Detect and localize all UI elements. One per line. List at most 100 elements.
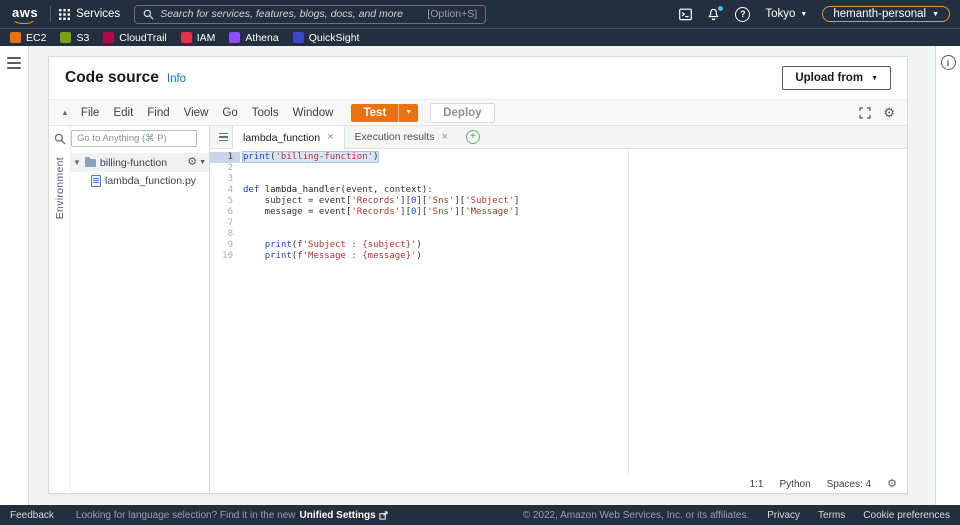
code-line[interactable]: 10 print(f'Message : {message}') xyxy=(210,251,907,262)
service-icon xyxy=(60,32,72,43)
region-selector[interactable]: Tokyo ▼ xyxy=(765,8,807,20)
line-number: 5 xyxy=(227,196,233,206)
favorite-athena[interactable]: Athena xyxy=(229,32,279,44)
code-line[interactable]: 7 xyxy=(210,218,907,229)
left-nav-strip xyxy=(0,46,29,505)
environment-tab[interactable]: Environment xyxy=(54,157,66,219)
fullscreen-icon[interactable] xyxy=(859,106,871,119)
favorite-cloudtrail[interactable]: CloudTrail xyxy=(103,32,167,44)
panel-header: Code source Info Upload from ▼ xyxy=(49,57,907,99)
code-line[interactable]: 9 print(f'Subject : {subject}') xyxy=(210,240,907,251)
status-settings-gear-icon[interactable]: ⚙ xyxy=(887,478,897,490)
copyright-text: © 2022, Amazon Web Services, Inc. or its… xyxy=(522,509,750,521)
menu-go[interactable]: Go xyxy=(222,107,237,119)
cursor-position: 1:1 xyxy=(749,478,764,490)
service-icon xyxy=(292,32,304,43)
test-dropdown-button[interactable]: ▼ xyxy=(398,103,419,122)
line-number: 1 xyxy=(210,152,240,163)
tab-execution-results[interactable]: Execution results × xyxy=(345,126,458,148)
editor-tabs-bar: lambda_function × Execution results × + xyxy=(210,126,907,149)
line-number: 6 xyxy=(227,207,233,217)
code-area[interactable]: 1 print('billing-function') 2 3 4 def lambda_… xyxy=(210,149,907,475)
tab-list-icon[interactable] xyxy=(214,126,232,148)
tab-lambda-function[interactable]: lambda_function × xyxy=(232,126,345,149)
menu-edit[interactable]: Edit xyxy=(113,107,133,119)
feedback-link[interactable]: Feedback xyxy=(10,510,54,521)
favorite-label: S3 xyxy=(76,31,90,44)
menu-tools[interactable]: Tools xyxy=(252,107,279,119)
code-line[interactable]: 1 print('billing-function') xyxy=(210,151,907,163)
goto-anything-input[interactable] xyxy=(71,130,197,147)
help-button[interactable]: ? xyxy=(735,6,751,22)
code-line[interactable]: 3 xyxy=(210,174,907,185)
code-line[interactable]: 5 subject = event['Records'][0]['Sns']['… xyxy=(210,196,907,207)
service-icon xyxy=(229,32,241,43)
top-navigation: aws Services Search for services, featur… xyxy=(0,0,960,28)
notifications-button[interactable] xyxy=(707,5,724,21)
favorite-s3[interactable]: S3 xyxy=(60,32,89,44)
close-tab-icon[interactable]: × xyxy=(327,132,333,143)
terms-link[interactable]: Terms xyxy=(818,510,845,521)
file-name: lambda_function.py xyxy=(105,175,197,187)
editor-settings-gear-icon[interactable]: ⚙ xyxy=(883,106,895,119)
folder-settings-button[interactable]: ⚙ ▼ xyxy=(187,157,206,168)
new-tab-icon[interactable]: + xyxy=(465,130,480,144)
file-explorer-pane: Environment ▼ billing-function ⚙ ▼ xyxy=(49,126,210,493)
services-menu[interactable]: Services xyxy=(59,8,120,20)
cloudshell-icon xyxy=(679,8,693,20)
tree-file-row[interactable]: lambda_function.py xyxy=(71,172,209,190)
global-search[interactable]: Search for services, features, blogs, do… xyxy=(134,4,487,24)
menu-window[interactable]: Window xyxy=(293,107,334,119)
test-button[interactable]: Test xyxy=(351,103,399,122)
info-panel-icon[interactable]: i xyxy=(940,55,956,70)
code-lines: 1 print('billing-function') 2 3 4 def lambda_… xyxy=(210,151,907,262)
menubar-right-group: ⚙ xyxy=(859,106,895,119)
search-icon[interactable] xyxy=(54,133,66,145)
chevron-down-icon: ▼ xyxy=(871,74,878,82)
indentation-setting[interactable]: Spaces: 4 xyxy=(827,479,871,490)
menu-file[interactable]: File xyxy=(81,107,100,119)
favorite-iam[interactable]: IAM xyxy=(180,31,216,44)
service-icon xyxy=(10,32,21,43)
account-menu[interactable]: hemanth-personal ▼ xyxy=(822,6,950,22)
info-link[interactable]: Info xyxy=(167,73,186,85)
collapse-editor-icon[interactable]: ▲ xyxy=(61,108,69,117)
line-number: 2 xyxy=(227,163,233,173)
code-line[interactable]: 4 def lambda_handler(event, context): xyxy=(210,185,907,196)
folder-name: billing-function xyxy=(99,156,168,169)
aws-logo[interactable]: aws xyxy=(10,5,48,24)
code-line[interactable]: 8 xyxy=(210,229,907,240)
language-mode[interactable]: Python xyxy=(780,479,811,490)
favorite-ec2[interactable]: EC2 xyxy=(10,32,46,44)
upload-from-label: Upload from xyxy=(795,72,864,84)
privacy-link[interactable]: Privacy xyxy=(767,510,800,521)
code-text: subject = event['Records'][0]['Sns']['Su… xyxy=(243,196,520,206)
hamburger-menu-icon[interactable] xyxy=(7,57,21,69)
code-line[interactable]: 6 message = event['Records'][0]['Sns']['… xyxy=(210,207,907,218)
file-tree: ▼ billing-function ⚙ ▼ lambda_function.p… xyxy=(71,126,209,493)
editor-statusbar: 1:1 Python Spaces: 4 ⚙ xyxy=(210,475,907,493)
favorite-label: IAM xyxy=(196,31,216,44)
upload-from-button[interactable]: Upload from ▼ xyxy=(782,66,891,90)
favorite-quicksight[interactable]: QuickSight xyxy=(292,32,359,44)
service-icon xyxy=(103,32,115,43)
menu-find[interactable]: Find xyxy=(147,107,169,119)
services-label: Services xyxy=(76,8,121,20)
unified-settings-link[interactable]: Unified Settings xyxy=(300,510,388,521)
gear-icon: ⚙ xyxy=(187,156,198,168)
menu-view[interactable]: View xyxy=(184,107,209,119)
code-line[interactable]: 2 xyxy=(210,163,907,174)
cloudshell-button[interactable] xyxy=(679,8,693,21)
test-split-button: Test ▼ xyxy=(351,103,419,122)
code-text: print(f'Subject : {subject}') xyxy=(264,240,422,250)
close-tab-icon[interactable]: × xyxy=(441,131,447,143)
aws-console-screen: aws Services Search for services, featur… xyxy=(0,0,960,525)
cookie-preferences-link[interactable]: Cookie preferences xyxy=(863,510,950,521)
tree-expand-caret-icon[interactable]: ▼ xyxy=(73,158,81,167)
content-area: i Code source Info Upload from ▼ ▲ File E… xyxy=(0,46,960,505)
page-title: Code source xyxy=(65,69,159,86)
search-shortcut: [Option+S] xyxy=(427,8,478,20)
tree-folder-row[interactable]: ▼ billing-function ⚙ ▼ xyxy=(71,153,209,172)
deploy-button[interactable]: Deploy xyxy=(430,102,495,123)
